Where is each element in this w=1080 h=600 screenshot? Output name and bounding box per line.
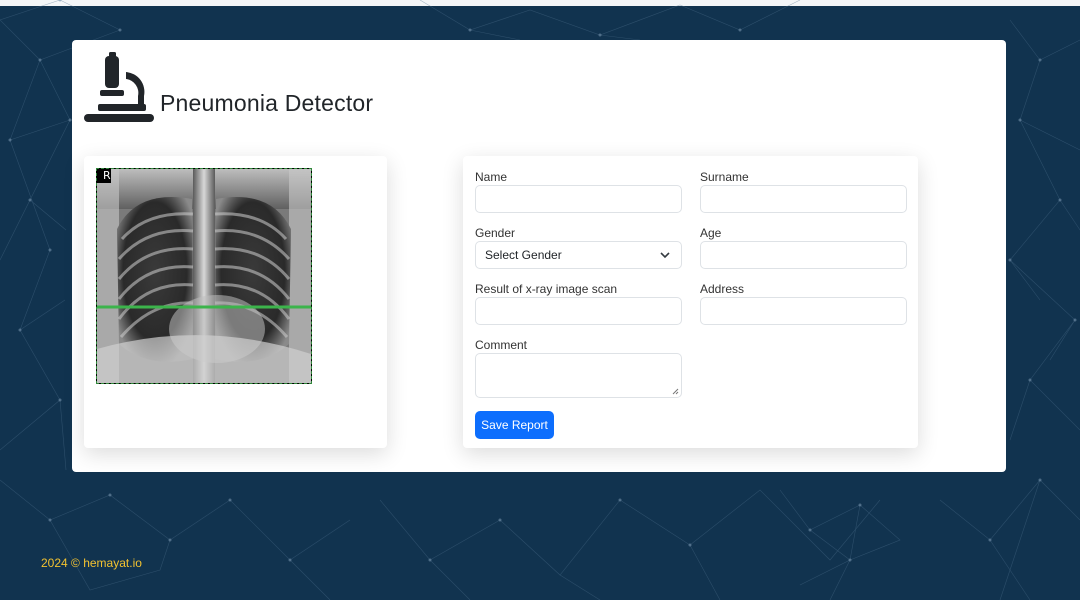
comment-textarea[interactable] xyxy=(475,353,682,398)
side-marker: R xyxy=(103,169,111,182)
gender-selected-value: Select Gender xyxy=(485,248,562,262)
gender-label: Gender xyxy=(475,226,516,240)
name-input[interactable] xyxy=(475,185,682,213)
address-input[interactable] xyxy=(700,297,907,325)
name-label: Name xyxy=(475,170,508,184)
resize-grip-icon[interactable] xyxy=(672,388,679,395)
age-label: Age xyxy=(700,226,722,240)
comment-label: Comment xyxy=(475,338,528,352)
address-label: Address xyxy=(700,282,745,296)
save-report-button[interactable]: Save Report xyxy=(475,411,554,439)
xray-panel: R xyxy=(84,156,387,448)
page-title: Pneumonia Detector xyxy=(160,90,374,116)
chevron-down-icon xyxy=(660,252,670,259)
footer-copyright: 2024 © hemayat.io xyxy=(41,556,142,570)
report-form: Name Surname Gender Select Gender Age Re… xyxy=(463,156,918,448)
result-label: Result of x-ray image scan xyxy=(475,282,618,296)
main-card: Pneumonia Detector R Name Surname Gender… xyxy=(72,40,1006,472)
age-input[interactable] xyxy=(700,241,907,269)
microscope-icon xyxy=(84,52,156,124)
surname-label: Surname xyxy=(700,170,749,184)
xray-image[interactable]: R xyxy=(96,168,312,384)
surname-input[interactable] xyxy=(700,185,907,213)
result-input[interactable] xyxy=(475,297,682,325)
gender-select[interactable]: Select Gender xyxy=(475,241,682,269)
